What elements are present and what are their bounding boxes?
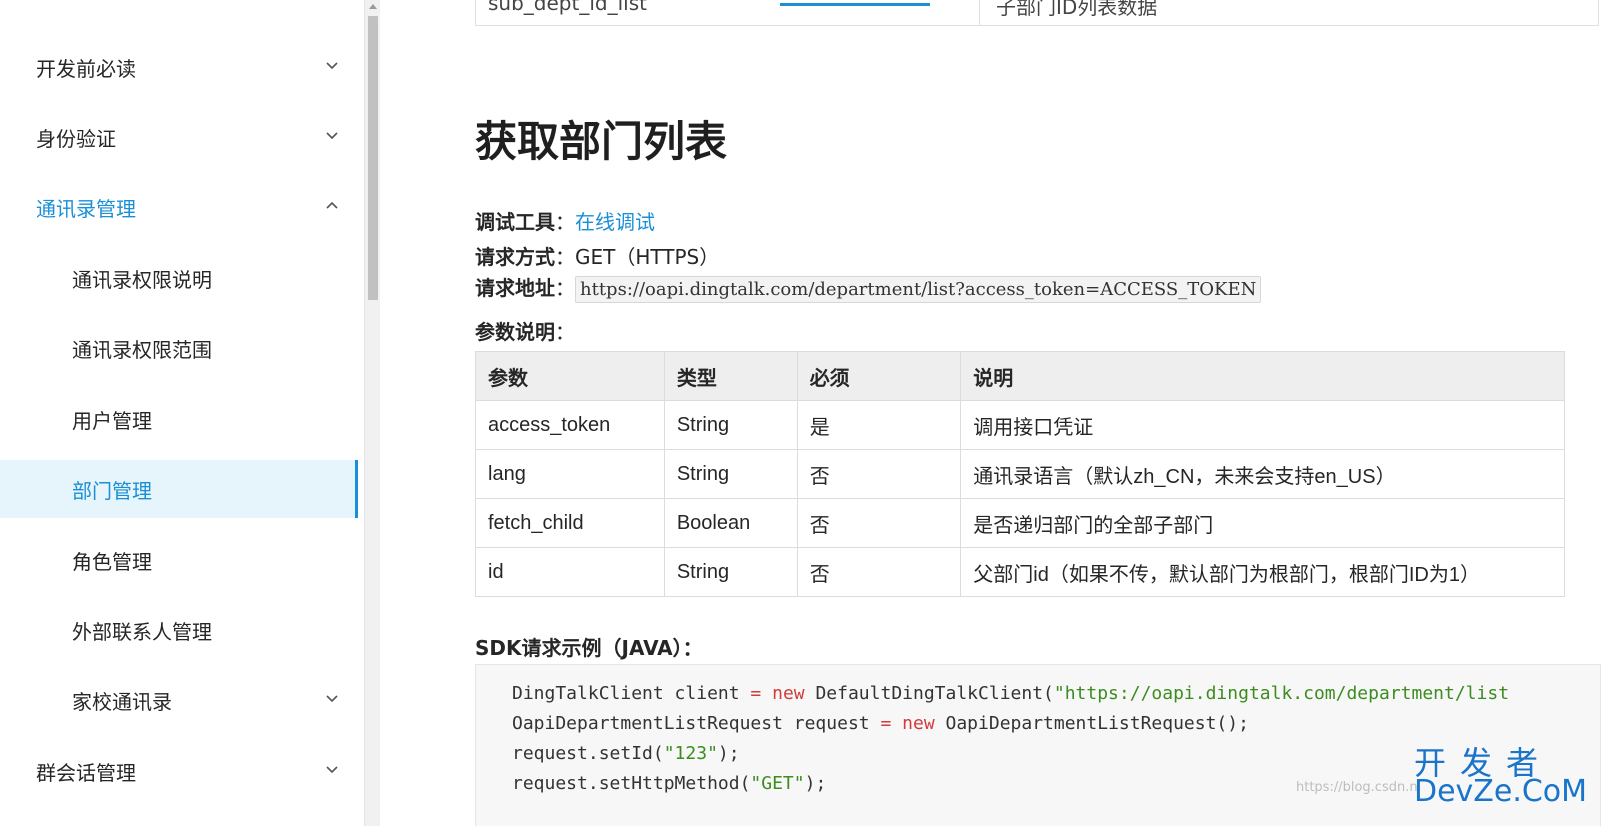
- sidebar-item-label: 通讯录权限说明: [72, 267, 212, 292]
- table-cell: 通讯录语言（默认zh_CN，未来会支持en_US）: [960, 449, 1565, 499]
- table-header-cell: 说明: [960, 351, 1565, 401]
- sidebar-item-label: 身份验证: [36, 126, 116, 151]
- debug-tool-line: 调试工具：在线调试: [475, 210, 655, 234]
- table-cell: Boolean: [663, 498, 798, 548]
- previous-table-desc-text: 子部门ID列表数据: [996, 0, 1158, 19]
- sidebar-item-label: 通讯录权限范围: [72, 337, 212, 362]
- request-method-label: 请求方式: [475, 245, 555, 269]
- sidebar-item-label: 部门管理: [72, 478, 152, 503]
- params-table: 参数 类型 必须 说明 access_token String 是 调用接口凭证…: [475, 351, 1565, 597]
- sidebar-item-dept-mgmt[interactable]: 部门管理: [0, 460, 358, 518]
- table-cell: 否: [796, 498, 962, 548]
- table-cell: 调用接口凭证: [960, 400, 1565, 450]
- sidebar-scrollbar[interactable]: [364, 0, 380, 826]
- code-line: request.setId("123");: [512, 743, 740, 764]
- table-cell: id: [475, 547, 665, 597]
- table-row: lang String 否 通讯录语言（默认zh_CN，未来会支持en_US）: [475, 449, 1565, 499]
- table-cell: lang: [475, 449, 665, 499]
- params-desc-line: 参数说明：: [475, 320, 575, 344]
- table-cell: String: [663, 400, 798, 450]
- sidebar-item-contacts-permission-desc[interactable]: 通讯录权限说明: [0, 249, 358, 307]
- link-underline: [780, 3, 930, 6]
- previous-table-cell-param: sub_dept_id_list: [476, 0, 980, 25]
- sidebar-item-label: 群会话管理: [36, 760, 136, 785]
- params-desc-label: 参数说明: [475, 320, 555, 344]
- chevron-down-icon: [326, 62, 338, 70]
- online-debug-link[interactable]: 在线调试: [575, 210, 655, 234]
- scrollbar-thumb[interactable]: [368, 16, 378, 300]
- scroll-up-arrow-icon[interactable]: [369, 4, 377, 9]
- table-cell: String: [663, 449, 798, 499]
- sidebar-item-group-chat[interactable]: 群会话管理: [0, 742, 358, 800]
- request-url-code: https://oapi.dingtalk.com/department/lis…: [575, 276, 1262, 303]
- sidebar-item-label: 通讯录管理: [36, 196, 136, 221]
- code-line: request.setHttpMethod("GET");: [512, 773, 827, 794]
- sidebar-item-school-contacts[interactable]: 家校通讯录: [0, 671, 358, 729]
- sidebar-item-contacts[interactable]: 通讯录管理: [0, 178, 358, 236]
- previous-table-param-text: sub_dept_id_list: [488, 0, 647, 15]
- request-method-line: 请求方式：GET（HTTPS）: [475, 245, 720, 269]
- sidebar-item-label: 用户管理: [72, 408, 152, 433]
- sidebar-item-auth[interactable]: 身份验证: [0, 108, 358, 166]
- chevron-up-icon: [326, 201, 338, 209]
- sidebar-item-external-contacts[interactable]: 外部联系人管理: [0, 601, 358, 659]
- page-title: 获取部门列表: [475, 117, 728, 166]
- table-header-cell: 类型: [663, 351, 798, 401]
- sidebar-item-label: 外部联系人管理: [72, 619, 212, 644]
- sidebar-item-dev-prereq[interactable]: 开发前必读: [0, 38, 358, 96]
- chevron-down-icon: [326, 766, 338, 774]
- sidebar-item-label: 家校通讯录: [72, 689, 172, 714]
- sidebar-item-role-mgmt[interactable]: 角色管理: [0, 531, 358, 589]
- table-row: fetch_child Boolean 否 是否递归部门的全部子部门: [475, 498, 1565, 548]
- sdk-example-heading: SDK请求示例（JAVA）：: [475, 636, 703, 660]
- chevron-down-icon: [326, 695, 338, 703]
- request-url-line: 请求地址： https://oapi.dingtalk.com/departmen…: [475, 272, 1262, 303]
- table-header-cell: 参数: [475, 351, 665, 401]
- sidebar-item-user-mgmt[interactable]: 用户管理: [0, 390, 358, 448]
- table-row: access_token String 是 调用接口凭证: [475, 400, 1565, 450]
- table-row: id String 否 父部门id（如果不传，默认部门为根部门，根部门ID为1）: [475, 547, 1565, 597]
- table-cell: String: [663, 547, 798, 597]
- table-cell: access_token: [475, 400, 665, 450]
- sidebar: 开发前必读 身份验证 通讯录管理 通讯录权限说明 通讯录权限范围 用户管理 部门…: [0, 0, 360, 826]
- code-line: DingTalkClient client = new DefaultDingT…: [512, 683, 1510, 704]
- sidebar-item-contacts-permission-scope[interactable]: 通讯录权限范围: [0, 319, 358, 377]
- request-url-label: 请求地址: [475, 276, 555, 300]
- table-cell: 是: [796, 400, 962, 450]
- table-header-cell: 必须: [796, 351, 962, 401]
- sidebar-item-label: 开发前必读: [36, 56, 136, 81]
- table-header-row: 参数 类型 必须 说明: [475, 351, 1565, 401]
- watermark-url: https://blog.csdn.n: [1296, 780, 1418, 795]
- previous-table-last-row: sub_dept_id_list 子部门ID列表数据: [475, 0, 1599, 26]
- table-cell: 否: [796, 547, 962, 597]
- watermark-logo-en: DevZe.CoM: [1414, 774, 1588, 809]
- chevron-down-icon: [326, 132, 338, 140]
- main-content: sub_dept_id_list 子部门ID列表数据 获取部门列表 调试工具：在…: [381, 0, 1602, 826]
- sidebar-item-label: 角色管理: [72, 549, 152, 574]
- debug-tool-label: 调试工具: [475, 210, 555, 234]
- table-cell: 否: [796, 449, 962, 499]
- code-line: OapiDepartmentListRequest request = new …: [512, 713, 1249, 734]
- table-cell: 是否递归部门的全部子部门: [960, 498, 1565, 548]
- request-method-value: GET（HTTPS）: [575, 245, 720, 269]
- table-cell: fetch_child: [475, 498, 665, 548]
- table-cell: 父部门id（如果不传，默认部门为根部门，根部门ID为1）: [960, 547, 1565, 597]
